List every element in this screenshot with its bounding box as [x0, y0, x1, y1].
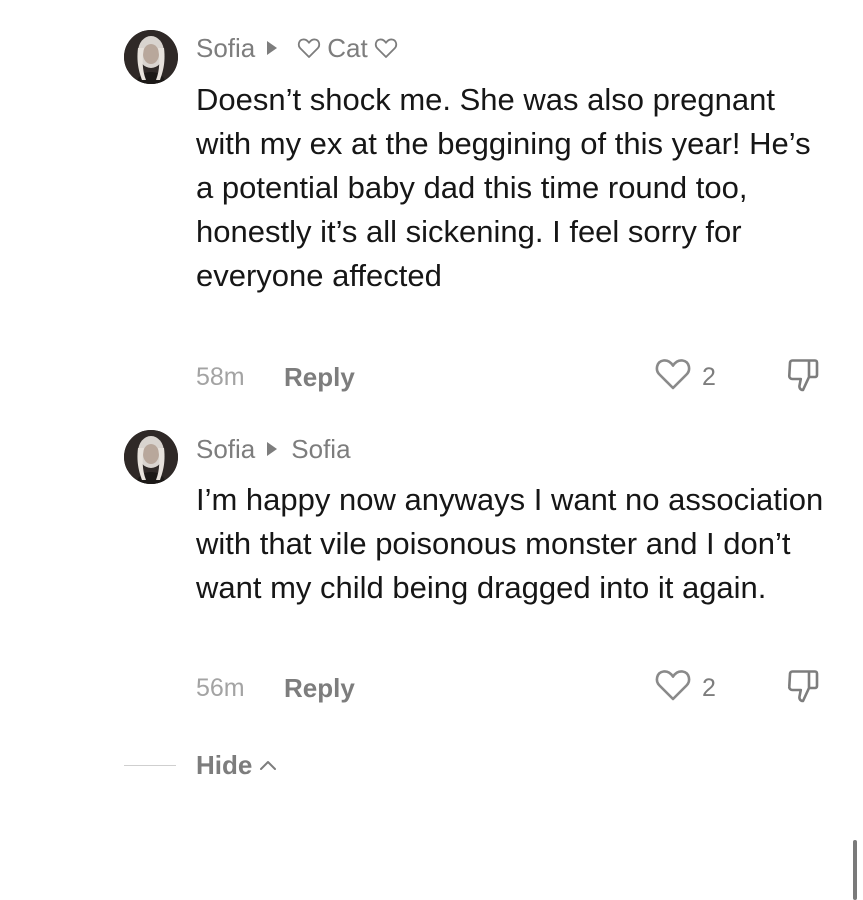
hide-label: Hide	[196, 749, 253, 780]
avatar[interactable]	[124, 430, 178, 484]
comment-actions: 58m Reply 2	[196, 357, 833, 397]
chevron-up-icon	[258, 758, 278, 772]
scrollbar[interactable]	[853, 840, 857, 900]
author-name[interactable]: Sofia	[196, 33, 255, 64]
triangle-right-icon	[267, 41, 278, 55]
triangle-right-icon	[267, 442, 278, 456]
avatar[interactable]	[124, 30, 178, 84]
heart-outline-icon	[654, 357, 692, 398]
heart-outline-icon	[654, 668, 692, 709]
thumbs-down-icon	[786, 668, 820, 709]
thumbs-down-icon	[786, 357, 820, 398]
heart-outline-icon	[297, 37, 321, 59]
dislike-button[interactable]	[786, 357, 820, 398]
comment-header: Sofia Sofia	[196, 432, 351, 466]
like-button[interactable]: 2	[654, 668, 716, 709]
comment-actions: 56m Reply 2	[196, 668, 833, 708]
author-name[interactable]: Sofia	[196, 434, 255, 465]
reply-button[interactable]: Reply	[284, 362, 355, 393]
timestamp: 56m	[196, 673, 245, 702]
avatar-image	[124, 30, 178, 84]
comment-text: I’m happy now anyways I want no associat…	[196, 482, 824, 605]
divider	[124, 764, 176, 766]
reply-to-name[interactable]: Cat	[327, 33, 367, 64]
comment-text: Doesn’t shock me. She was also pregnant …	[196, 82, 811, 293]
avatar-image	[124, 430, 178, 484]
timestamp: 58m	[196, 362, 245, 391]
hide-replies-button[interactable]: Hide	[124, 745, 278, 785]
like-button[interactable]: 2	[654, 357, 716, 398]
comment-header: Sofia Cat	[196, 31, 404, 65]
reply-to-name[interactable]: Sofia	[291, 434, 350, 465]
like-count: 2	[702, 362, 716, 391]
reply-button[interactable]: Reply	[284, 673, 355, 704]
like-count: 2	[702, 673, 716, 702]
dislike-button[interactable]	[786, 668, 820, 709]
heart-outline-icon	[374, 37, 398, 59]
